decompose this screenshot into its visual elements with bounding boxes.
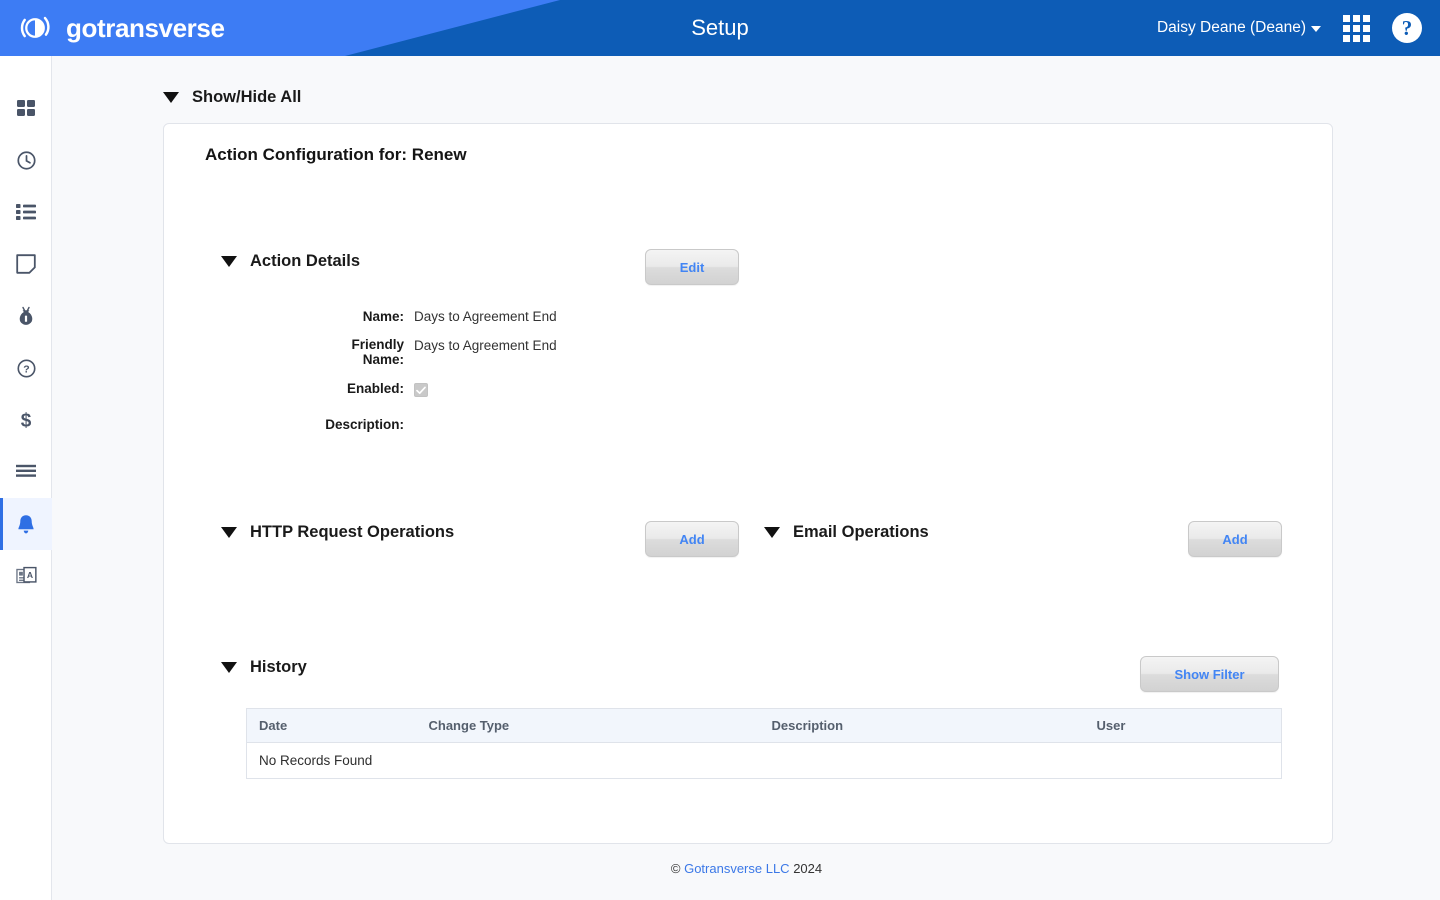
clock-icon [16,150,36,170]
dollar-icon: $ [21,411,32,432]
detail-label-name: Name: [362,309,404,324]
sidebar-item-payments[interactable]: $ [0,394,52,446]
money-bag-icon [19,306,33,325]
copyright-year: 2024 [793,861,823,876]
sidebar-item-recent[interactable] [0,134,52,186]
section-header-http-request-operations[interactable]: HTTP Request Operations [221,523,454,542]
show-filter-button[interactable]: Show Filter [1140,656,1279,692]
user-name-label: Daisy Deane (Deane) [1156,19,1306,36]
sidebar-item-support[interactable]: ? [0,342,52,394]
detail-row-name: Name: Days to Agreement End [312,309,557,324]
detail-row-enabled: Enabled: [312,381,428,397]
history-table: Date Change Type Description User No Rec… [246,708,1282,779]
add-email-operation-button[interactable]: Add [1188,521,1282,557]
sidebar-item-dashboard[interactable] [0,82,52,134]
copyright-symbol: © [670,861,681,876]
column-header-user[interactable]: User [1084,708,1282,743]
menu-lines-icon [16,464,36,477]
sidebar-item-reports[interactable] [0,446,52,498]
detail-label-description: Description: [325,417,404,432]
table-row-empty: No Records Found [247,743,1282,779]
checkmark-icon [416,386,426,394]
column-header-description[interactable]: Description [759,708,1085,743]
triangle-down-icon [764,527,780,538]
dashboard-icon [17,100,35,116]
detail-value-name: Days to Agreement End [414,309,557,324]
section-title-action-details: Action Details [250,252,361,270]
detail-value-friendly-name: Days to Agreement End [414,338,557,353]
detail-label-friendly-name: Friendly Name: [351,337,404,367]
svg-text:$: $ [21,411,32,432]
enabled-checkbox[interactable] [414,383,428,397]
show-hide-all-label: Show/Hide All [192,88,302,106]
svg-text:A: A [26,570,32,580]
question-circle-icon: ? [16,358,36,378]
edit-button[interactable]: Edit [645,249,739,285]
sidebar-item-notifications[interactable] [0,498,52,550]
list-icon [16,204,36,220]
no-records-message: No Records Found [259,753,373,768]
column-header-date[interactable]: Date [246,708,417,743]
add-http-request-operation-button[interactable]: Add [645,521,739,557]
sidebar-item-lists[interactable] [0,186,52,238]
column-header-change-type[interactable]: Change Type [416,708,760,743]
table-header-row: Date Change Type Description User [246,708,1282,743]
detail-row-friendly-name: Friendly Name: Days to Agreement End [312,337,557,367]
chevron-down-icon [1311,26,1321,32]
section-title-email-operations: Email Operations [793,523,929,541]
sidebar-item-billing[interactable] [0,290,52,342]
sidebar-item-documents[interactable] [0,238,52,290]
section-header-email-operations[interactable]: Email Operations [764,523,929,542]
triangle-down-icon [221,662,237,673]
action-configuration-card: Action Configuration for: Renew Action D… [163,123,1333,844]
header-actions: Daisy Deane (Deane) ? [1157,0,1422,56]
section-title-http-request-operations: HTTP Request Operations [250,523,455,541]
user-menu-button[interactable]: Daisy Deane (Deane) [1157,19,1321,37]
triangle-down-icon [221,527,237,538]
top-header-bar: gotransverse Setup Daisy Deane (Deane) ? [0,0,1440,56]
detail-row-description: Description: [312,417,414,432]
sidebar-item-news[interactable]: A [0,550,52,602]
footer: © Gotransverse LLC 2024 [53,861,1440,876]
main-content-area: Show/Hide All Action Configuration for: … [53,56,1440,900]
help-icon[interactable]: ? [1392,13,1422,43]
apps-grid-icon[interactable] [1343,14,1370,42]
company-link[interactable]: Gotransverse LLC [684,861,790,876]
section-header-action-details[interactable]: Action Details [221,252,360,271]
left-sidebar: ? $ A [0,56,52,900]
newspaper-icon: A [15,566,37,584]
bell-icon [18,514,34,533]
triangle-down-icon [163,92,179,103]
detail-label-enabled: Enabled: [346,381,404,396]
page-icon [16,254,36,274]
triangle-down-icon [221,256,237,267]
svg-text:?: ? [23,363,29,375]
show-hide-all-toggle[interactable]: Show/Hide All [163,88,301,107]
section-title-history: History [250,658,307,676]
section-header-history[interactable]: History [221,658,307,677]
card-title: Action Configuration for: Renew [205,145,467,164]
